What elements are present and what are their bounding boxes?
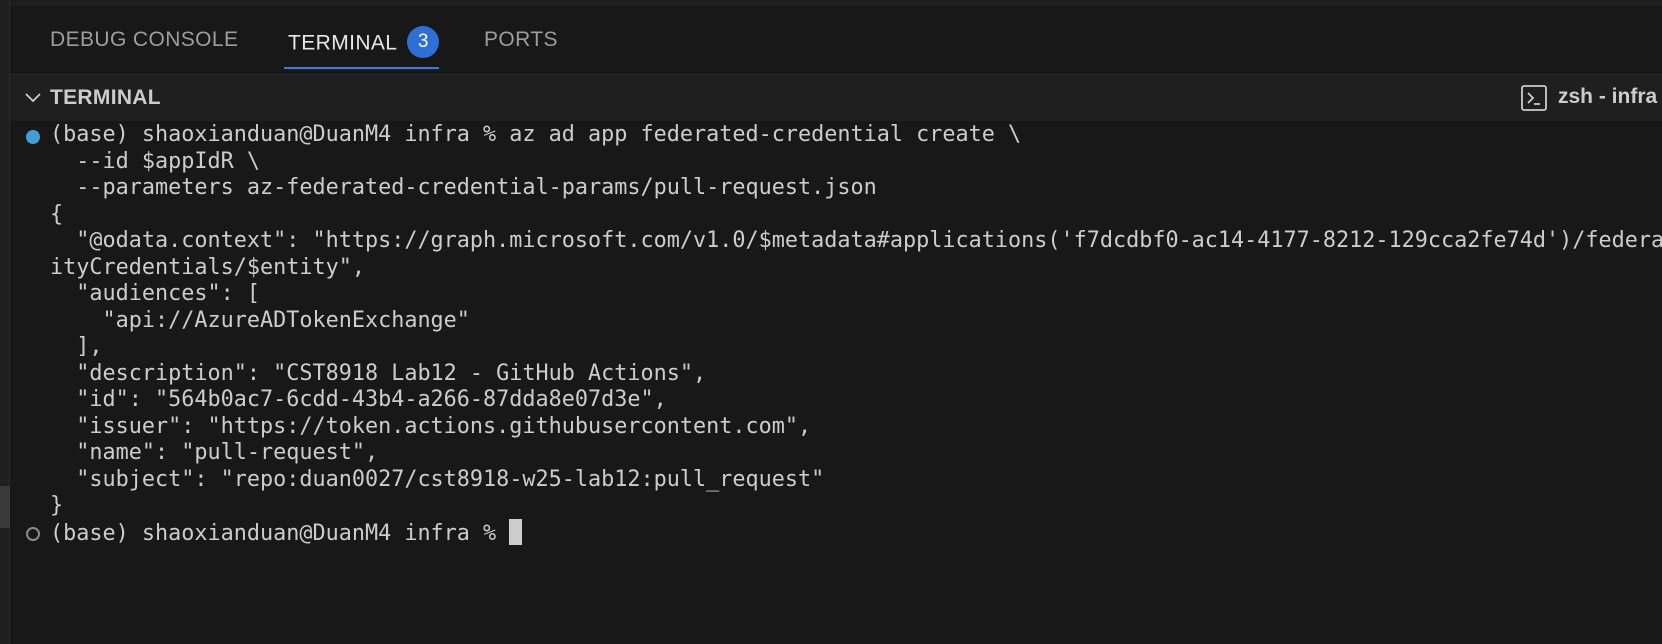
tab-ports-label: PORTS bbox=[484, 28, 558, 51]
terminal-prompt: (base) shaoxianduan@DuanM4 infra % bbox=[50, 520, 510, 546]
activity-rail bbox=[0, 0, 10, 644]
tab-ports[interactable]: PORTS bbox=[484, 28, 558, 52]
rail-indicator bbox=[0, 486, 10, 528]
tab-debug-console[interactable]: DEBUG CONSOLE bbox=[50, 28, 238, 52]
terminal-line-wrap: ityCredentials/$entity", bbox=[50, 254, 365, 280]
terminal-count-badge: 3 bbox=[407, 26, 440, 58]
active-tab-indicator bbox=[284, 67, 439, 69]
shell-selector-label[interactable]: zsh - infra bbox=[1558, 85, 1657, 109]
panel-tab-bar: DEBUG CONSOLE TERMINAL 3 PORTS bbox=[10, 6, 1662, 74]
tab-debug-console-label: DEBUG CONSOLE bbox=[50, 28, 239, 51]
terminal-line: "issuer": "https://token.actions.githubu… bbox=[50, 413, 812, 439]
terminal-line: { bbox=[50, 201, 64, 227]
command-pending-icon[interactable] bbox=[26, 527, 40, 541]
terminal-cursor bbox=[509, 518, 523, 545]
terminal-line: --id $appIdR \ bbox=[50, 148, 260, 174]
terminal-line: "name": "pull-request", bbox=[50, 440, 379, 465]
chevron-down-icon[interactable] bbox=[24, 89, 42, 107]
terminal-line: "description": "CST8918 Lab12 - GitHub A… bbox=[50, 360, 707, 386]
terminal-line: (base) shaoxianduan@DuanM4 infra % az ad… bbox=[50, 122, 1022, 147]
terminal-section-header[interactable]: TERMINAL zsh - infra bbox=[10, 74, 1662, 122]
terminal-line: "audiences": [ bbox=[50, 281, 260, 306]
terminal-line: --parameters az-federated-credential-par… bbox=[50, 175, 877, 200]
terminal-icon[interactable] bbox=[1520, 84, 1548, 112]
terminal-line: "@odata.context": "https://graph.microso… bbox=[76, 228, 1662, 253]
terminal-output[interactable]: (base) shaoxianduan@DuanM4 infra % az ad… bbox=[10, 121, 1662, 644]
terminal-line: } bbox=[50, 493, 64, 518]
terminal-line: "api://AzureADTokenExchange" bbox=[50, 307, 470, 333]
tab-terminal-label: TERMINAL bbox=[288, 31, 398, 55]
terminal-prompt-line[interactable]: (base) shaoxianduan@DuanM4 infra % bbox=[50, 518, 523, 548]
terminal-line: "id": "564b0ac7-6cdd-43b4-a266-87dda8e07… bbox=[50, 387, 667, 412]
tab-terminal[interactable]: TERMINAL 3 bbox=[288, 26, 440, 60]
terminal-line: "subject": "repo:duan0027/cst8918-w25-la… bbox=[50, 466, 825, 492]
command-success-icon[interactable] bbox=[26, 130, 40, 144]
terminal-line: ], bbox=[50, 334, 103, 359]
section-title: TERMINAL bbox=[50, 86, 161, 109]
